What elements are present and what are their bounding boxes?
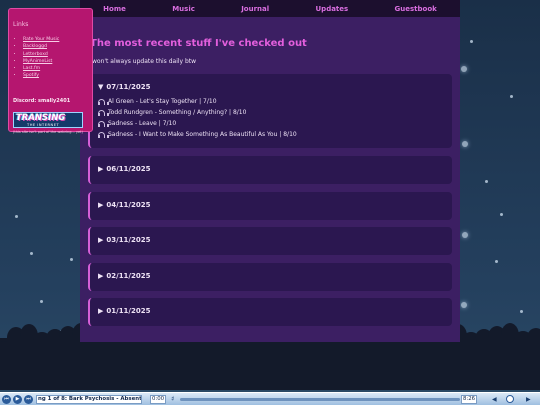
link-item: Backloggd [23,43,59,50]
entry-date: 03/11/2025 [106,236,151,244]
entry-date: 01/11/2025 [106,307,151,315]
nav-music[interactable]: Music [172,5,195,13]
discord-handle: Discord: smally2401 [13,98,71,104]
nav-guestbook[interactable]: Guestbook [395,5,437,13]
now-playing-title: ng 1 of 8: Bark Psychosis - Absent F [36,395,142,404]
previous-track-icon[interactable]: ⏮ [2,395,11,404]
tree-silhouette [527,328,540,348]
track-row: Todd Rundgren - Something / Anything? | … [98,109,246,116]
entry-date: 07/11/2025 [106,83,151,91]
star-decoration [485,180,488,183]
collapse-arrow-icon: ▶ [98,236,104,244]
entry-toggle[interactable]: ▶ 04/11/2025 [98,201,150,209]
star-decoration [462,141,468,147]
track-duration: 8:26 [461,395,478,404]
track-row: Sadness - Leave | 7/10 [98,120,176,127]
music-player-bar: ⏮ ▶ ⏭ ng 1 of 8: Bark Psychosis - Absent… [0,392,540,405]
track-text: Sadness - Leave | 7/10 [108,120,177,127]
link-letterboxd[interactable]: Letterboxd [23,52,48,57]
play-icon[interactable]: ▶ [13,395,22,404]
entry-03-11-2025[interactable]: ▶ 03/11/2025 [88,227,452,255]
link-spotify[interactable]: Spotify [23,73,39,78]
star-decoration [70,258,73,261]
entry-toggle[interactable]: ▶ 03/11/2025 [98,236,150,244]
link-lastfm[interactable]: Last.fm [23,66,40,71]
main-panel: The most recent stuff I've checked out w… [80,17,460,342]
entry-date: 02/11/2025 [106,272,151,280]
entry-toggle[interactable]: ▼ 07/11/2025 [98,83,150,91]
player-scroller[interactable]: ◀ ▶ [490,394,538,405]
collapse-arrow-icon: ▶ [98,272,104,280]
entry-06-11-2025[interactable]: ▶ 06/11/2025 [88,156,452,184]
entry-date: 06/11/2025 [106,165,151,173]
sidebar-footnote: (this site isn't part of the webring... … [13,130,83,134]
headphones-icon [98,98,109,105]
collapse-arrow-icon: ▶ [98,165,104,173]
star-decoration [470,40,473,43]
headphones-icon [98,120,109,127]
star-decoration [15,215,18,218]
collapse-arrow-icon: ▶ [98,201,104,209]
entry-toggle[interactable]: ▶ 06/11/2025 [98,165,150,173]
links-sidebar: Links Rate Your Music Backloggd Letterbo… [8,8,93,134]
scroll-left-icon[interactable]: ◀ [492,396,497,403]
track-text: Al Green - Let's Stay Together | 7/10 [108,98,217,105]
scroll-knob[interactable] [506,395,514,403]
star-decoration [40,300,43,303]
elapsed-time: 0:00 [150,395,167,404]
nav-journal[interactable]: Journal [241,5,269,13]
collapse-arrow-icon: ▶ [98,307,104,315]
star-decoration [510,95,513,98]
expand-arrow-icon: ▼ [98,83,104,91]
track-text: Todd Rundgren - Something / Anything? | … [108,109,247,116]
star-decoration [520,310,523,313]
entry-04-11-2025[interactable]: ▶ 04/11/2025 [88,192,452,220]
track-row: Al Green - Let's Stay Together | 7/10 [98,98,217,105]
headphones-icon [98,109,109,116]
link-item: Spotify [23,72,59,79]
transing-the-internet-badge[interactable]: TRANSING THE INTERNET [13,112,83,128]
entry-date: 04/11/2025 [106,201,151,209]
entry-02-11-2025[interactable]: ▶ 02/11/2025 [88,263,452,291]
speaker-icon[interactable]: ♯ [171,395,174,404]
link-rate-your-music[interactable]: Rate Your Music [23,37,59,42]
nav-updates[interactable]: Updates [316,5,349,13]
link-item: Letterboxd [23,51,59,58]
progress-track[interactable] [180,398,460,401]
star-decoration [461,302,467,308]
track-row: Sadness - I Want to Make Something As Be… [98,131,297,138]
entry-07-11-2025: ▼ 07/11/2025 Al Green - Let's Stay Togeth… [88,74,452,148]
link-myanimelist[interactable]: MyAnimeList [23,59,52,64]
star-decoration [462,232,468,238]
star-decoration [495,260,498,263]
sidebar-title: Links [13,21,29,28]
link-backloggd[interactable]: Backloggd [23,44,47,49]
scroll-right-icon[interactable]: ▶ [526,396,531,403]
entry-01-11-2025[interactable]: ▶ 01/11/2025 [88,298,452,326]
star-decoration [461,66,467,72]
track-text: Sadness - I Want to Make Something As Be… [108,131,297,138]
link-item: Last.fm [23,65,59,72]
entry-toggle[interactable]: ▶ 02/11/2025 [98,272,150,280]
nav-home[interactable]: Home [103,5,126,13]
top-navbar: Home Music Journal Updates Guestbook [80,0,460,17]
page-title: The most recent stuff I've checked out [90,38,307,49]
headphones-icon [98,131,109,138]
star-decoration [30,252,33,255]
entry-toggle[interactable]: ▶ 01/11/2025 [98,307,150,315]
next-track-icon[interactable]: ⏭ [24,395,33,404]
page-subtitle: won't always update this daily btw [92,58,197,65]
badge-title: TRANSING [16,113,66,123]
badge-subtitle: THE INTERNET [27,123,60,127]
link-item: MyAnimeList [23,58,59,65]
star-decoration [500,213,503,216]
links-list: Rate Your Music Backloggd Letterboxd MyA… [23,36,59,80]
link-item: Rate Your Music [23,36,59,43]
